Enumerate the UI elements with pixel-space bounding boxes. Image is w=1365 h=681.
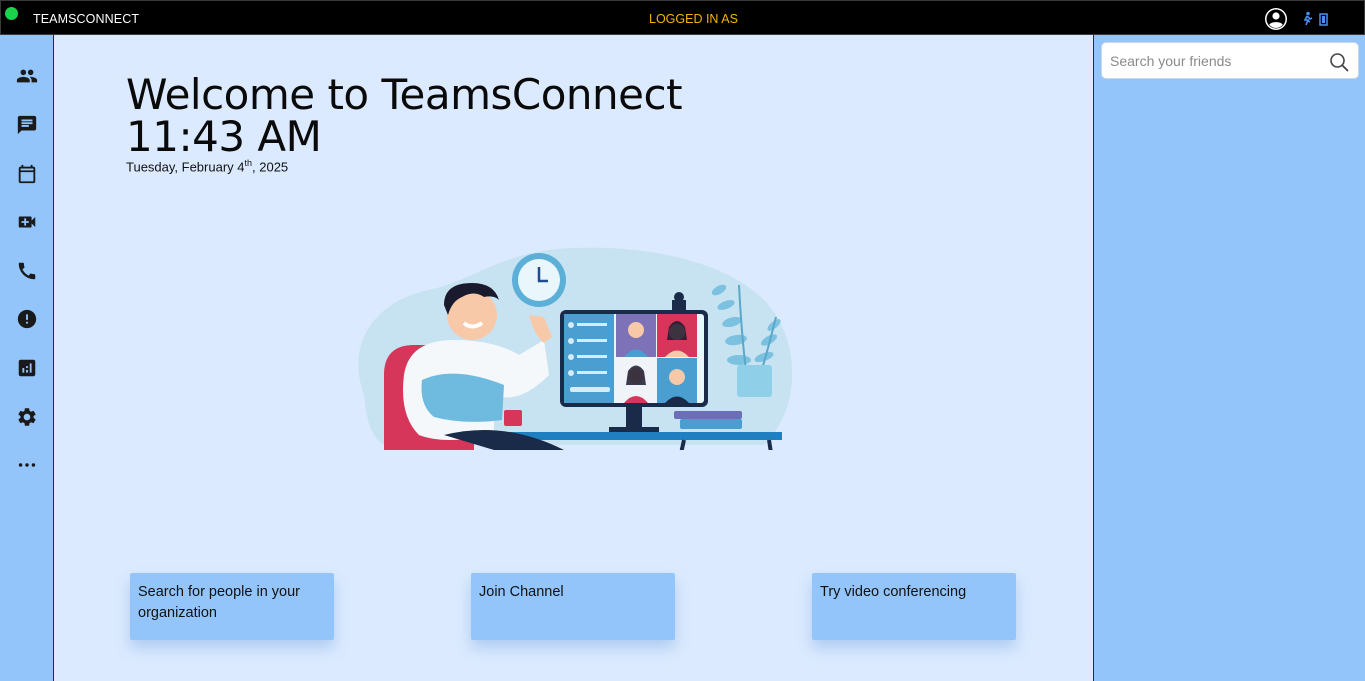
date-ordinal: th [244,158,253,168]
login-status: LOGGED IN AS [649,12,738,26]
logout-icon[interactable] [1302,11,1330,27]
alert-icon[interactable] [14,306,40,332]
search-people-card[interactable]: Search for people in your organization [130,573,334,640]
more-icon[interactable] [14,452,40,478]
profile-icon[interactable] [1264,7,1288,31]
current-time: 11:43 AM [126,112,322,161]
people-icon[interactable] [14,63,40,89]
phone-icon[interactable] [14,258,40,284]
video-conferencing-card[interactable]: Try video conferencing [812,573,1016,640]
analytics-icon[interactable] [14,355,40,381]
online-status-icon [5,7,18,20]
video-add-icon[interactable] [14,209,40,235]
friends-panel [1093,35,1365,681]
settings-icon[interactable] [14,404,40,430]
video-call-illustration [344,245,794,486]
app-title: TEAMSCONNECT [33,12,140,26]
current-date: Tuesday, February 4th, 2025 [126,158,288,174]
search-icon[interactable] [1329,52,1349,72]
top-bar: TEAMSCONNECT LOGGED IN AS [0,0,1365,35]
search-input[interactable] [1102,43,1322,78]
calendar-icon[interactable] [14,161,40,187]
sidebar [0,35,54,681]
join-channel-card[interactable]: Join Channel [471,573,675,640]
search-box [1101,42,1359,79]
chat-icon[interactable] [14,112,40,138]
date-text: Tuesday, February 4 [126,159,245,175]
main-content: Welcome to TeamsConnect 11:43 AM Tuesday… [54,35,1093,681]
date-year: , 2025 [252,159,289,175]
